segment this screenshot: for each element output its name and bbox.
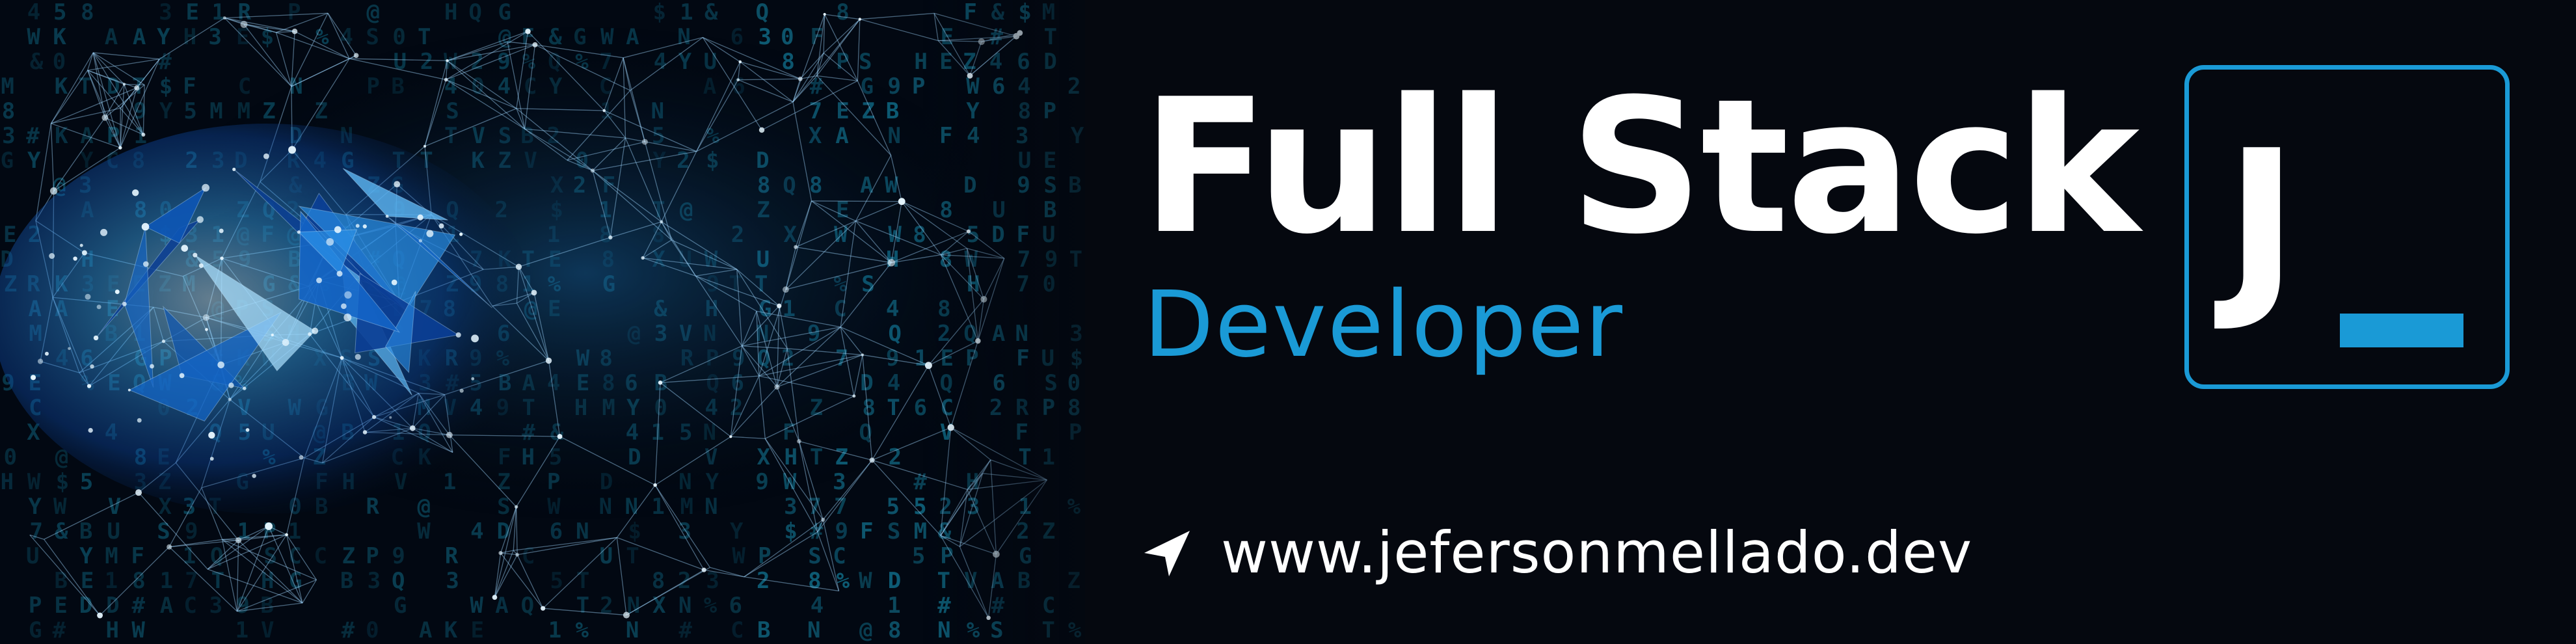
logo-letter: J xyxy=(2225,109,2298,336)
headline-title: Full Stack xyxy=(1142,59,2140,275)
website-url[interactable]: www.jefersonmellado.dev xyxy=(1221,524,1972,582)
brand-logo: J xyxy=(2184,65,2510,389)
website-link[interactable]: www.jefersonmellado.dev xyxy=(1142,517,1972,589)
navigation-arrow-icon xyxy=(1144,531,1190,576)
profile-banner: 4583E1RP@HQG$1&Q8F&$MWKAAYH3E$%4S0T@F&GW… xyxy=(0,0,2576,644)
network-brain-image: 4583E1RP@HQG$1&Q8F&$MWKAAYH3E$%4S0T@F&GW… xyxy=(0,0,1085,644)
headline-subtitle: Developer xyxy=(1144,272,1624,378)
logo-cursor-bar xyxy=(2340,314,2463,347)
network-brain-icon: 4583E1RP@HQG$1&Q8F&$MWKAAYH3E$%4S0T@F&GW… xyxy=(0,0,1085,644)
